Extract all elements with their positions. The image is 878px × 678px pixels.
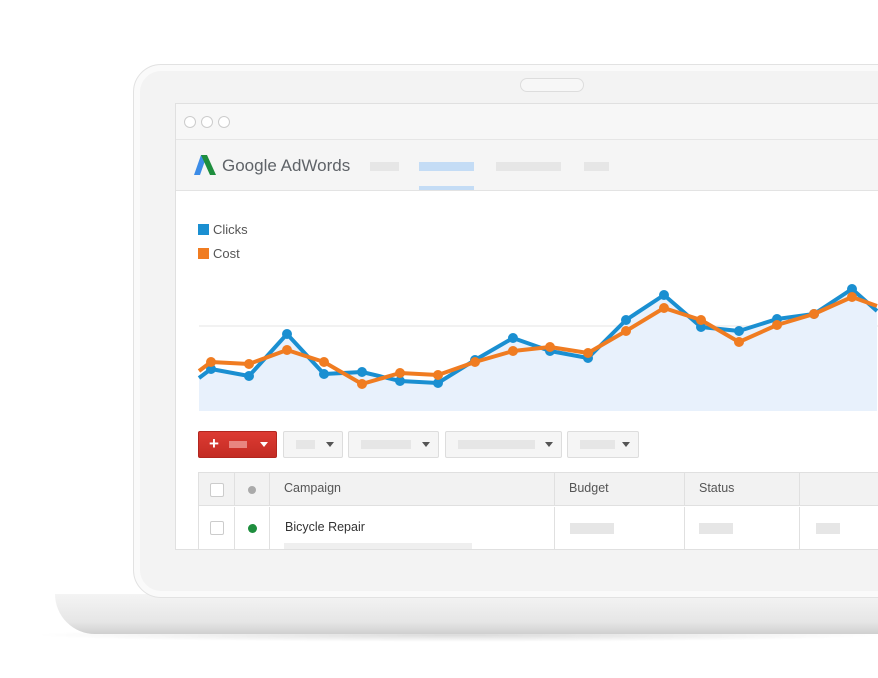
data-point-cost bbox=[508, 346, 518, 356]
campaign-cell: Bicycle Repair bbox=[270, 507, 555, 549]
chevron-down-icon bbox=[326, 442, 334, 447]
header-status[interactable]: Status bbox=[685, 473, 800, 506]
data-point-clicks bbox=[734, 326, 744, 336]
data-point-cost bbox=[319, 357, 329, 367]
data-point-cost bbox=[433, 370, 443, 380]
data-point-cost bbox=[809, 309, 819, 319]
dropdown-label bbox=[458, 440, 535, 449]
add-campaign-button[interactable]: + bbox=[198, 431, 277, 458]
dropdown-label bbox=[361, 440, 411, 449]
budget-cell bbox=[555, 507, 685, 549]
data-point-cost bbox=[545, 342, 555, 352]
data-point-cost bbox=[244, 359, 254, 369]
row-select-cell bbox=[199, 507, 235, 549]
data-point-cost bbox=[357, 379, 367, 389]
status-cell bbox=[685, 507, 800, 549]
button-label-placeholder bbox=[229, 441, 247, 448]
data-point-clicks bbox=[357, 367, 367, 377]
data-point-cost bbox=[621, 326, 631, 336]
header-extra[interactable] bbox=[800, 473, 878, 506]
select-all-cell bbox=[199, 473, 235, 506]
data-point-cost bbox=[847, 292, 857, 302]
filter-dropdown-4[interactable] bbox=[567, 431, 639, 458]
data-point-cost bbox=[734, 337, 744, 347]
campaign-name-link[interactable]: Bicycle Repair bbox=[285, 520, 365, 534]
data-point-cost bbox=[696, 315, 706, 325]
data-point-cost bbox=[470, 357, 480, 367]
chevron-down-icon bbox=[622, 442, 630, 447]
budget-placeholder bbox=[570, 523, 614, 534]
data-point-clicks bbox=[282, 329, 292, 339]
status-header-cell bbox=[235, 473, 270, 506]
laptop-base bbox=[55, 594, 878, 634]
status-placeholder bbox=[699, 523, 733, 534]
select-all-checkbox[interactable] bbox=[210, 483, 224, 497]
extra-placeholder bbox=[816, 523, 840, 534]
filter-dropdown-1[interactable] bbox=[283, 431, 343, 458]
data-point-clicks bbox=[659, 290, 669, 300]
laptop-camera bbox=[520, 78, 584, 92]
data-point-cost bbox=[206, 357, 216, 367]
campaign-table: Campaign Budget Status Bicycle Repair bbox=[198, 472, 878, 549]
line-chart bbox=[197, 284, 878, 411]
chevron-down-icon bbox=[260, 442, 268, 447]
dropdown-label bbox=[580, 440, 615, 449]
data-point-cost bbox=[395, 368, 405, 378]
dropdown-label bbox=[296, 440, 315, 449]
data-point-cost bbox=[659, 303, 669, 313]
header-campaign[interactable]: Campaign bbox=[270, 473, 555, 506]
status-enabled-icon bbox=[248, 524, 257, 533]
row-checkbox[interactable] bbox=[210, 521, 224, 535]
data-point-cost bbox=[583, 348, 593, 358]
status-dot-icon bbox=[248, 486, 256, 494]
campaign-subtext-placeholder bbox=[284, 543, 472, 549]
filter-dropdown-3[interactable] bbox=[445, 431, 562, 458]
chevron-down-icon bbox=[422, 442, 430, 447]
filter-dropdown-2[interactable] bbox=[348, 431, 439, 458]
browser-window: Google AdWords Clicks Cost + Campaign Bu… bbox=[175, 103, 878, 550]
data-point-clicks bbox=[319, 369, 329, 379]
row-status-cell bbox=[235, 507, 270, 549]
data-point-clicks bbox=[621, 315, 631, 325]
plus-icon: + bbox=[209, 434, 219, 453]
data-point-clicks bbox=[244, 371, 254, 381]
extra-cell bbox=[800, 507, 878, 549]
data-point-cost bbox=[282, 345, 292, 355]
data-point-clicks bbox=[508, 333, 518, 343]
chevron-down-icon bbox=[545, 442, 553, 447]
data-point-cost bbox=[772, 320, 782, 330]
header-budget[interactable]: Budget bbox=[555, 473, 685, 506]
